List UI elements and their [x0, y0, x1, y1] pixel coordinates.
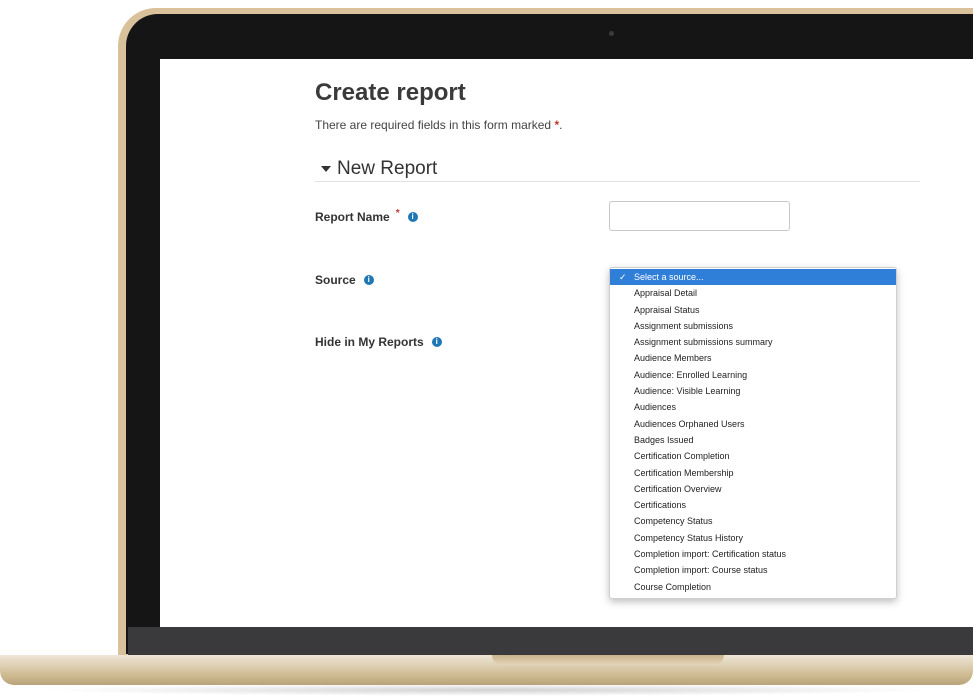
required-star-icon: *: [395, 207, 400, 219]
dropdown-option[interactable]: Assignment submissions: [610, 318, 896, 334]
dropdown-option[interactable]: Audiences Orphaned Users: [610, 416, 896, 432]
dropdown-option[interactable]: Certification Overview: [610, 481, 896, 497]
hide-label-text: Hide in My Reports: [315, 335, 424, 349]
required-note-text: There are required fields in this form m…: [315, 118, 552, 132]
dropdown-option[interactable]: Audiences: [610, 399, 896, 415]
source-label: Source i: [315, 273, 374, 287]
screen: Create report There are required fields …: [160, 59, 973, 627]
caret-down-icon: [321, 166, 331, 172]
option-label: Select a source...: [634, 272, 704, 282]
report-name-input[interactable]: [609, 201, 790, 231]
source-dropdown-list[interactable]: ✓ Select a source... Appraisal Detail App…: [609, 267, 897, 599]
laptop-base: [0, 655, 973, 685]
dropdown-option[interactable]: Certifications: [610, 497, 896, 513]
dropdown-option[interactable]: ✓ Select a source...: [610, 269, 896, 286]
required-marker: *: [554, 118, 560, 132]
page-title: Create report: [315, 79, 466, 106]
dropdown-option[interactable]: Appraisal Status: [610, 302, 896, 318]
dropdown-option[interactable]: Audience Members: [610, 350, 896, 366]
laptop-shadow: [40, 684, 940, 696]
dropdown-option[interactable]: Appraisal Detail: [610, 285, 896, 301]
section-header-new-report[interactable]: New Report: [315, 157, 920, 182]
report-name-label: Report Name * i: [315, 207, 418, 224]
info-icon[interactable]: i: [431, 337, 442, 347]
laptop-chin: [128, 627, 973, 655]
required-fields-note: There are required fields in this form m…: [315, 118, 563, 132]
dropdown-option[interactable]: Competency Status: [610, 513, 896, 529]
source-label-text: Source: [315, 273, 356, 287]
dropdown-option[interactable]: Competency Status History: [610, 530, 896, 546]
report-name-label-text: Report Name: [315, 210, 390, 224]
dropdown-option[interactable]: Completion import: Certification status: [610, 546, 896, 562]
dropdown-option[interactable]: Badges Issued: [610, 432, 896, 448]
dropdown-option[interactable]: Course Completion: [610, 579, 896, 595]
dropdown-option[interactable]: Audience: Visible Learning: [610, 383, 896, 399]
webcam: [609, 31, 614, 36]
dropdown-option[interactable]: Certification Membership: [610, 465, 896, 481]
dropdown-option[interactable]: Completion import: Course status: [610, 562, 896, 578]
dropdown-option[interactable]: Audience: Enrolled Learning: [610, 367, 896, 383]
hide-in-my-reports-label: Hide in My Reports i: [315, 335, 442, 349]
info-icon[interactable]: i: [407, 212, 418, 222]
info-icon[interactable]: i: [363, 275, 374, 285]
dropdown-option[interactable]: Assignment submissions summary: [610, 334, 896, 350]
section-title: New Report: [337, 158, 438, 179]
check-icon: ✓: [619, 272, 627, 282]
laptop-opening-notch: [492, 655, 724, 665]
dropdown-option[interactable]: Certification Completion: [610, 448, 896, 464]
